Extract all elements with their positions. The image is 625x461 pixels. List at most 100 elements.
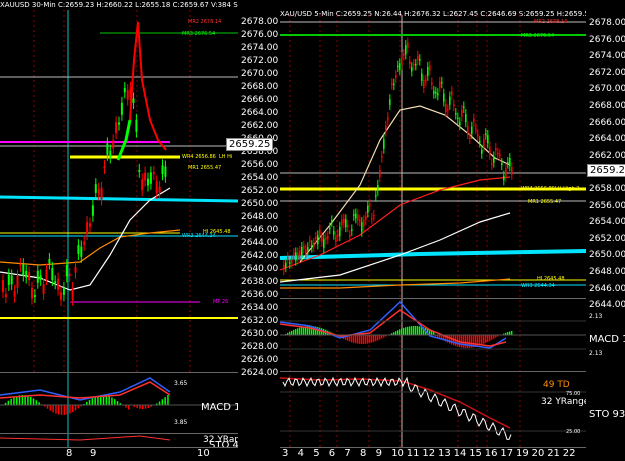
right-axis-tick: 2664.00	[589, 134, 625, 145]
candle	[353, 214, 355, 216]
right-mr2-label: MR2 2678.14	[534, 19, 568, 25]
macd-bar	[451, 335, 453, 345]
middle-axis-tick: 2654.00	[241, 173, 279, 183]
candle	[481, 149, 483, 154]
candle	[319, 229, 321, 236]
left-mr2-label: MR2 2678.14	[188, 19, 222, 25]
middle-axis-tick: 2630.00	[241, 329, 279, 339]
candle	[36, 270, 39, 283]
macd-signal	[0, 381, 171, 399]
candle	[7, 274, 10, 285]
middle-axis-tick: 2676.00	[241, 30, 279, 40]
candle	[301, 246, 303, 257]
candle	[291, 260, 293, 264]
candle	[411, 67, 413, 72]
right-x-label: 12	[422, 448, 436, 459]
candle	[363, 220, 365, 227]
left-ind-tick-2: 3.85	[174, 419, 188, 426]
macd-bar	[144, 405, 147, 409]
right-axis-tick: 2656.00	[589, 200, 625, 211]
macd-bar	[487, 335, 489, 342]
macd-bar	[417, 326, 419, 335]
middle-axis-tick: 2650.00	[241, 199, 279, 209]
left-mr3-label: MR3 2676.54	[182, 31, 216, 37]
macd-bar	[10, 398, 12, 405]
right-x-label: 3	[282, 448, 289, 459]
macd-bar	[395, 331, 397, 335]
right-axis-tick: 2674.00	[589, 51, 625, 62]
candle	[485, 133, 487, 135]
cyan-band	[0, 195, 238, 203]
candle	[331, 220, 333, 222]
candle	[471, 126, 473, 134]
candle	[155, 181, 158, 194]
macd-bar	[401, 328, 403, 335]
macd-bar	[63, 405, 66, 415]
middle-axis-tick: 2638.00	[241, 277, 279, 287]
candle	[305, 249, 307, 254]
candle	[453, 104, 455, 107]
candle	[138, 169, 141, 172]
candle	[13, 291, 16, 297]
candle	[315, 237, 317, 239]
candle	[303, 245, 305, 249]
macd-bar	[164, 397, 166, 405]
right-axis-tick: 2654.00	[589, 217, 625, 228]
candle	[491, 163, 493, 165]
left-indicator-separator	[0, 372, 238, 373]
left-wr3-label: WR3 2644.34	[182, 233, 216, 239]
candle	[431, 82, 433, 85]
candle	[283, 265, 285, 270]
candle	[86, 222, 89, 235]
candle	[10, 275, 13, 285]
candle	[141, 179, 144, 191]
macd-bar	[94, 396, 96, 405]
macd-bar	[405, 327, 407, 335]
candle	[417, 55, 419, 61]
candle	[403, 53, 405, 56]
macd-bar	[489, 335, 491, 341]
macd-bar	[58, 405, 60, 415]
candle	[347, 224, 349, 228]
candle	[71, 287, 74, 300]
macd-bar	[379, 335, 381, 340]
macd-bar	[419, 326, 421, 335]
candle	[345, 219, 347, 228]
right-macd-label: MACD 12	[589, 334, 625, 345]
candle	[313, 242, 315, 248]
right-axis-tick: 2652.00	[589, 233, 625, 244]
right-macd-tick-2: 2.13	[589, 350, 603, 357]
macd-bar	[467, 335, 469, 348]
right-axis-tick: 2662.00	[589, 150, 625, 161]
right-price-axis[interactable]: 2678.00 2676.00 2674.00 2672.00 2670.00 2668.…	[586, 0, 625, 461]
candle	[433, 90, 435, 94]
candle	[375, 195, 377, 197]
candle	[54, 281, 57, 284]
right-chart-pane[interactable]: XAU/USD 5-Min C:2659.25 N:26.44 H:2676.3…	[280, 0, 586, 461]
td-label: 49 TD	[543, 380, 570, 390]
candle	[505, 168, 507, 177]
candle	[325, 237, 327, 240]
candle	[395, 75, 397, 78]
candle	[381, 156, 383, 158]
macd-bar	[142, 405, 144, 409]
middle-axis-tick: 2636.00	[241, 290, 279, 300]
sto-line	[0, 435, 171, 441]
candle	[293, 253, 295, 255]
macd-bar	[413, 326, 415, 335]
left-chart-pane[interactable]: XAUUSD 30-Min C:2659.23 H:2660.22 L:2655…	[0, 0, 238, 461]
macd-bar	[27, 395, 29, 405]
candle	[31, 287, 33, 299]
middle-axis-tick: 2646.00	[241, 225, 279, 235]
macd-bar	[381, 335, 383, 339]
macd-bar	[114, 399, 116, 405]
middle-price-axis[interactable]: 2678.00 2676.00 2674.00 2672.00 2670.00 2668.…	[238, 0, 280, 461]
macd-bar	[465, 335, 467, 348]
ma-tan	[299, 105, 511, 263]
candle	[309, 240, 311, 243]
right-x-label: 16	[484, 448, 498, 459]
candle	[379, 169, 381, 177]
right-price-plot[interactable]	[280, 0, 586, 461]
macd-bar	[7, 400, 10, 405]
right-mr3-label: MR3 2676.54	[521, 33, 555, 39]
